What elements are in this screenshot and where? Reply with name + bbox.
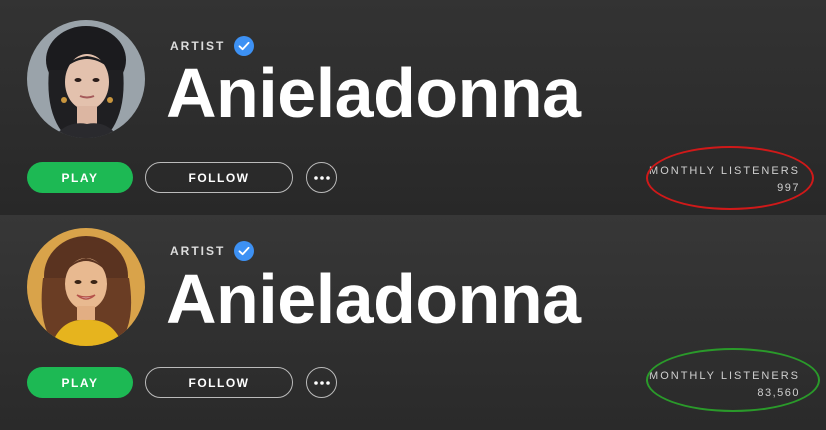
artist-name: Anieladonna — [166, 54, 581, 132]
verified-badge-icon — [234, 241, 255, 261]
portrait-dark-hair-icon — [27, 20, 145, 138]
monthly-listeners-count: 997 — [777, 182, 800, 194]
verified-badge-icon — [234, 36, 255, 56]
follow-button[interactable]: FOLLOW — [145, 162, 293, 193]
artist-kind-label: ARTIST — [170, 244, 226, 258]
monthly-listeners-label: MONTHLY LISTENERS — [649, 165, 800, 177]
artist-header-1: ARTIST Anieladonna PLAY FOLLOW MONTHLY L… — [0, 0, 826, 215]
more-options-button[interactable] — [306, 162, 337, 193]
follow-button[interactable]: FOLLOW — [145, 367, 293, 398]
artist-avatar — [27, 20, 145, 138]
ellipsis-icon — [313, 175, 330, 180]
play-button[interactable]: PLAY — [27, 162, 133, 193]
play-button[interactable]: PLAY — [27, 367, 133, 398]
monthly-listeners-label: MONTHLY LISTENERS — [649, 370, 800, 382]
monthly-listeners: MONTHLY LISTENERS 83,560 — [649, 370, 800, 399]
monthly-listeners-count: 83,560 — [757, 387, 800, 399]
artist-controls: PLAY FOLLOW — [27, 367, 337, 398]
artist-header-2: ARTIST Anieladonna PLAY FOLLOW MONTHLY L… — [0, 215, 826, 430]
artist-avatar — [27, 228, 145, 346]
artist-kind-row: ARTIST — [170, 36, 255, 56]
artist-kind-label: ARTIST — [170, 39, 226, 53]
artist-controls: PLAY FOLLOW — [27, 162, 337, 193]
more-options-button[interactable] — [306, 367, 337, 398]
monthly-listeners: MONTHLY LISTENERS 997 — [649, 165, 800, 194]
ellipsis-icon — [313, 380, 330, 385]
artist-kind-row: ARTIST — [170, 241, 255, 261]
portrait-long-hair-icon — [27, 228, 145, 346]
artist-name: Anieladonna — [166, 260, 581, 338]
